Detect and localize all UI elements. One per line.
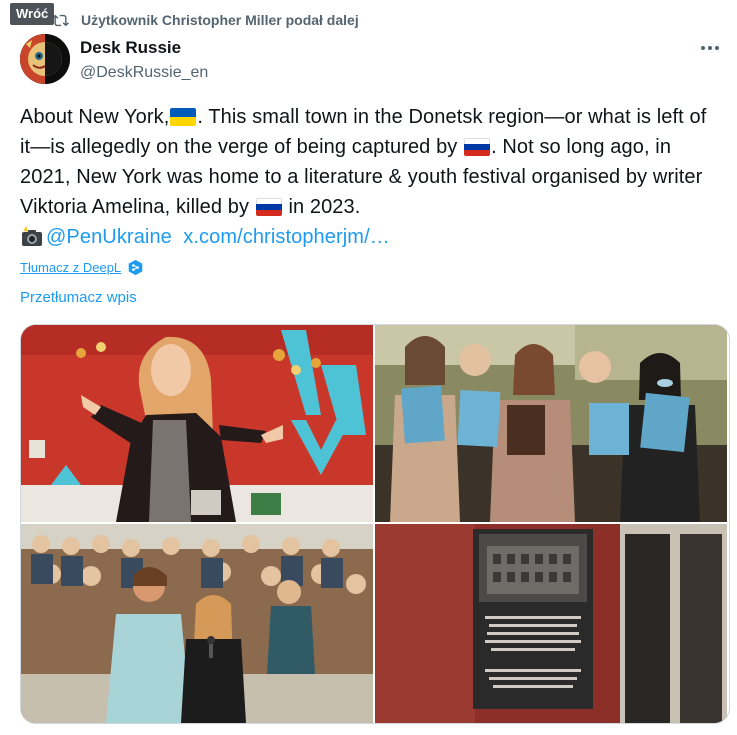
url-link[interactable]: x.com/christopherjm/… [183, 226, 390, 248]
flag-russia-icon [255, 198, 282, 216]
repost-header[interactable]: Użytkownik Christopher Miller podał dale… [52, 9, 359, 31]
flag-russia-icon [464, 138, 491, 156]
translate-post-button[interactable]: Przetłumacz wpis [20, 289, 137, 306]
photo-audience-hall[interactable] [21, 524, 373, 723]
tweet-text: About New York,. This small town in the … [20, 102, 720, 252]
avatar[interactable] [20, 34, 70, 84]
photo-diploma-group[interactable] [375, 325, 727, 522]
photo-memorial-plaque[interactable] [375, 524, 727, 723]
repost-icon [52, 14, 69, 26]
tweet-text-part: in 2023. [282, 196, 361, 218]
photo-festival-speaker[interactable] [21, 325, 373, 522]
more-icon [701, 46, 705, 50]
author-block[interactable]: Desk Russie @DeskRussie_en [80, 37, 208, 85]
deepl-icon [128, 259, 143, 276]
back-tooltip: Wróć [10, 3, 55, 25]
more-button[interactable] [693, 38, 727, 58]
author-handle[interactable]: @DeskRussie_en [80, 61, 208, 85]
repost-text: Użytkownik Christopher Miller podał dale… [81, 12, 359, 28]
media-grid [20, 324, 730, 724]
mention-link[interactable]: @PenUkraine [46, 226, 172, 248]
flag-ukraine-icon [170, 108, 197, 126]
deepl-label: Tłumacz z DeepL [20, 260, 122, 275]
camera-flash-icon [20, 225, 44, 247]
author-name[interactable]: Desk Russie [80, 37, 208, 59]
tweet-text-part: About New York, [20, 106, 170, 128]
deepl-translate-link[interactable]: Tłumacz z DeepL [20, 259, 144, 276]
